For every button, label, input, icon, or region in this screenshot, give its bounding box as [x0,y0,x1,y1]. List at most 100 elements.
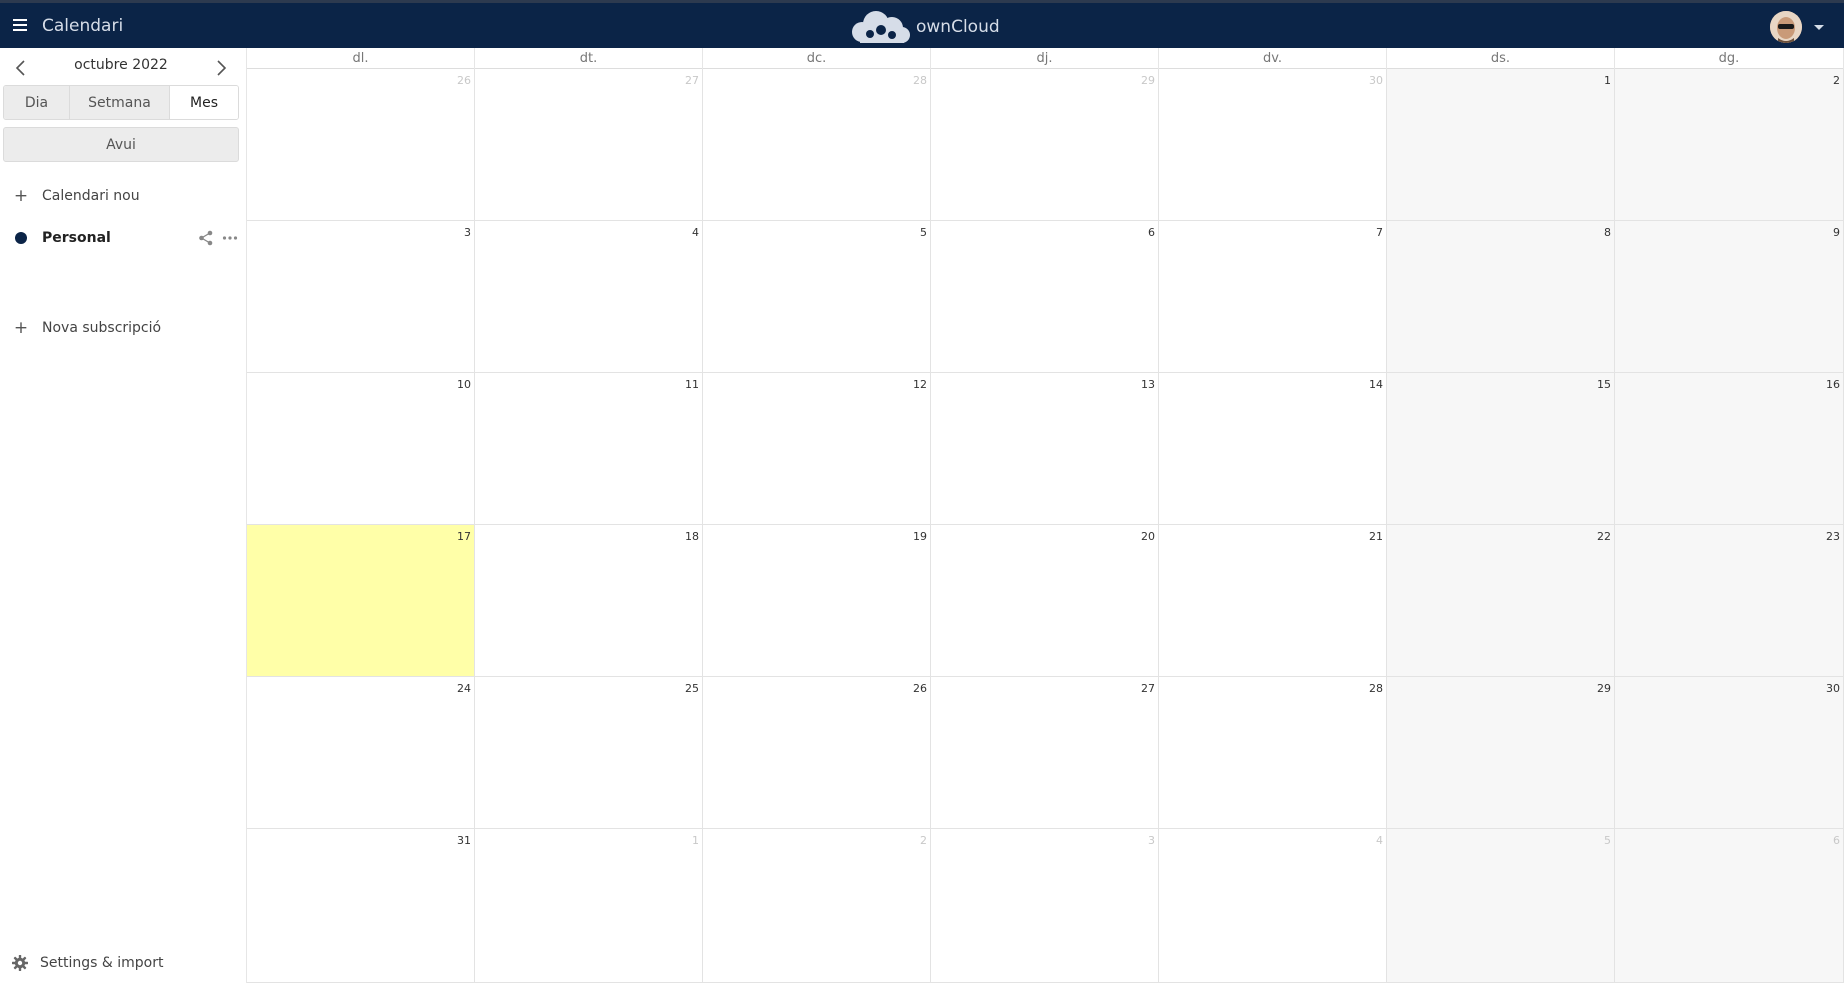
day-number: 17 [457,530,471,543]
day-number: 26 [913,682,927,695]
app-title[interactable]: Calendari [42,16,123,36]
day-cell[interactable]: 2 [703,829,931,983]
chevron-down-icon[interactable] [1814,24,1824,30]
chevron-left-icon[interactable] [9,56,33,80]
day-number: 4 [692,226,699,239]
brand-name: ownCloud [916,17,1000,37]
avatar[interactable] [1770,11,1802,43]
day-number: 6 [1833,834,1840,847]
calendar-color-dot[interactable] [15,232,27,244]
day-number: 28 [1369,682,1383,695]
hamburger-menu-icon[interactable] [10,15,30,35]
day-number: 1 [1604,74,1611,87]
weekday-label: dc. [703,48,931,69]
day-cell[interactable]: 27 [931,677,1159,829]
current-month[interactable]: octubre 2022 [40,57,202,73]
day-cell[interactable]: 8 [1387,221,1615,373]
day-cell[interactable]: 18 [475,525,703,677]
new-calendar-button[interactable]: + Calendari nou [0,181,247,211]
day-number: 10 [457,378,471,391]
day-cell[interactable]: 30 [1615,677,1844,829]
day-cell[interactable]: 29 [1387,677,1615,829]
day-number: 11 [685,378,699,391]
day-cell[interactable]: 4 [475,221,703,373]
day-cell[interactable]: 10 [247,373,475,525]
day-cell-today[interactable]: 17 [247,525,475,677]
day-number: 2 [920,834,927,847]
day-cell[interactable]: 3 [931,829,1159,983]
weekday-label: ds. [1387,48,1615,69]
chevron-right-icon[interactable] [209,56,233,80]
day-cell[interactable]: 11 [475,373,703,525]
date-navigation: octubre 2022 [0,48,247,84]
day-cell[interactable]: 30 [1159,69,1387,221]
day-cell[interactable]: 5 [1387,829,1615,983]
owncloud-logo[interactable]: ownCloud [850,8,1000,46]
day-number: 14 [1369,378,1383,391]
day-cell[interactable]: 28 [703,69,931,221]
weekday-label: dt. [475,48,703,69]
day-cell[interactable]: 23 [1615,525,1844,677]
day-number: 16 [1826,378,1840,391]
sidebar: octubre 2022 Dia Setmana Mes Avui + Cale… [0,48,247,983]
day-number: 27 [1141,682,1155,695]
day-cell[interactable]: 27 [475,69,703,221]
day-cell[interactable]: 21 [1159,525,1387,677]
day-cell[interactable]: 15 [1387,373,1615,525]
view-week-button[interactable]: Setmana [70,86,170,119]
day-number: 7 [1376,226,1383,239]
day-number: 4 [1376,834,1383,847]
plus-icon: + [13,186,29,206]
day-cell[interactable]: 29 [931,69,1159,221]
day-number: 20 [1141,530,1155,543]
day-cell[interactable]: 7 [1159,221,1387,373]
day-cell[interactable]: 12 [703,373,931,525]
view-month-button[interactable]: Mes [170,86,238,119]
day-cell[interactable]: 5 [703,221,931,373]
day-cell[interactable]: 16 [1615,373,1844,525]
view-switcher: Dia Setmana Mes [3,85,239,120]
day-cell[interactable]: 6 [931,221,1159,373]
day-cell[interactable]: 9 [1615,221,1844,373]
day-cell[interactable]: 13 [931,373,1159,525]
plus-icon: + [13,318,29,338]
day-number: 5 [1604,834,1611,847]
day-number: 1 [692,834,699,847]
day-number: 13 [1141,378,1155,391]
share-icon[interactable] [197,229,215,247]
day-cell[interactable]: 28 [1159,677,1387,829]
calendar-list-item[interactable]: Personal [0,224,247,252]
day-cell[interactable]: 26 [703,677,931,829]
more-options-icon[interactable] [221,229,239,247]
day-number: 19 [913,530,927,543]
day-number: 3 [1148,834,1155,847]
view-day-button[interactable]: Dia [4,86,70,119]
day-cell[interactable]: 22 [1387,525,1615,677]
new-subscription-label: Nova subscripció [42,320,162,336]
day-cell[interactable]: 6 [1615,829,1844,983]
day-cell[interactable]: 14 [1159,373,1387,525]
day-cell[interactable]: 31 [247,829,475,983]
day-cell[interactable]: 1 [1387,69,1615,221]
day-cell[interactable]: 24 [247,677,475,829]
day-number: 29 [1597,682,1611,695]
day-cell[interactable]: 1 [475,829,703,983]
today-button[interactable]: Avui [3,127,239,162]
day-cell[interactable]: 25 [475,677,703,829]
day-cell[interactable]: 3 [247,221,475,373]
day-cell[interactable]: 19 [703,525,931,677]
weekday-label: dg. [1615,48,1844,69]
new-subscription-button[interactable]: + Nova subscripció [0,313,247,343]
day-number: 12 [913,378,927,391]
settings-import-button[interactable]: Settings & import [0,948,247,978]
gear-icon [11,954,29,972]
day-cell[interactable]: 2 [1615,69,1844,221]
user-menu[interactable] [1770,11,1824,43]
day-number: 9 [1833,226,1840,239]
day-cell[interactable]: 4 [1159,829,1387,983]
weekday-label: dl. [247,48,475,69]
day-cell[interactable]: 26 [247,69,475,221]
day-number: 6 [1148,226,1155,239]
day-cell[interactable]: 20 [931,525,1159,677]
day-number: 28 [913,74,927,87]
